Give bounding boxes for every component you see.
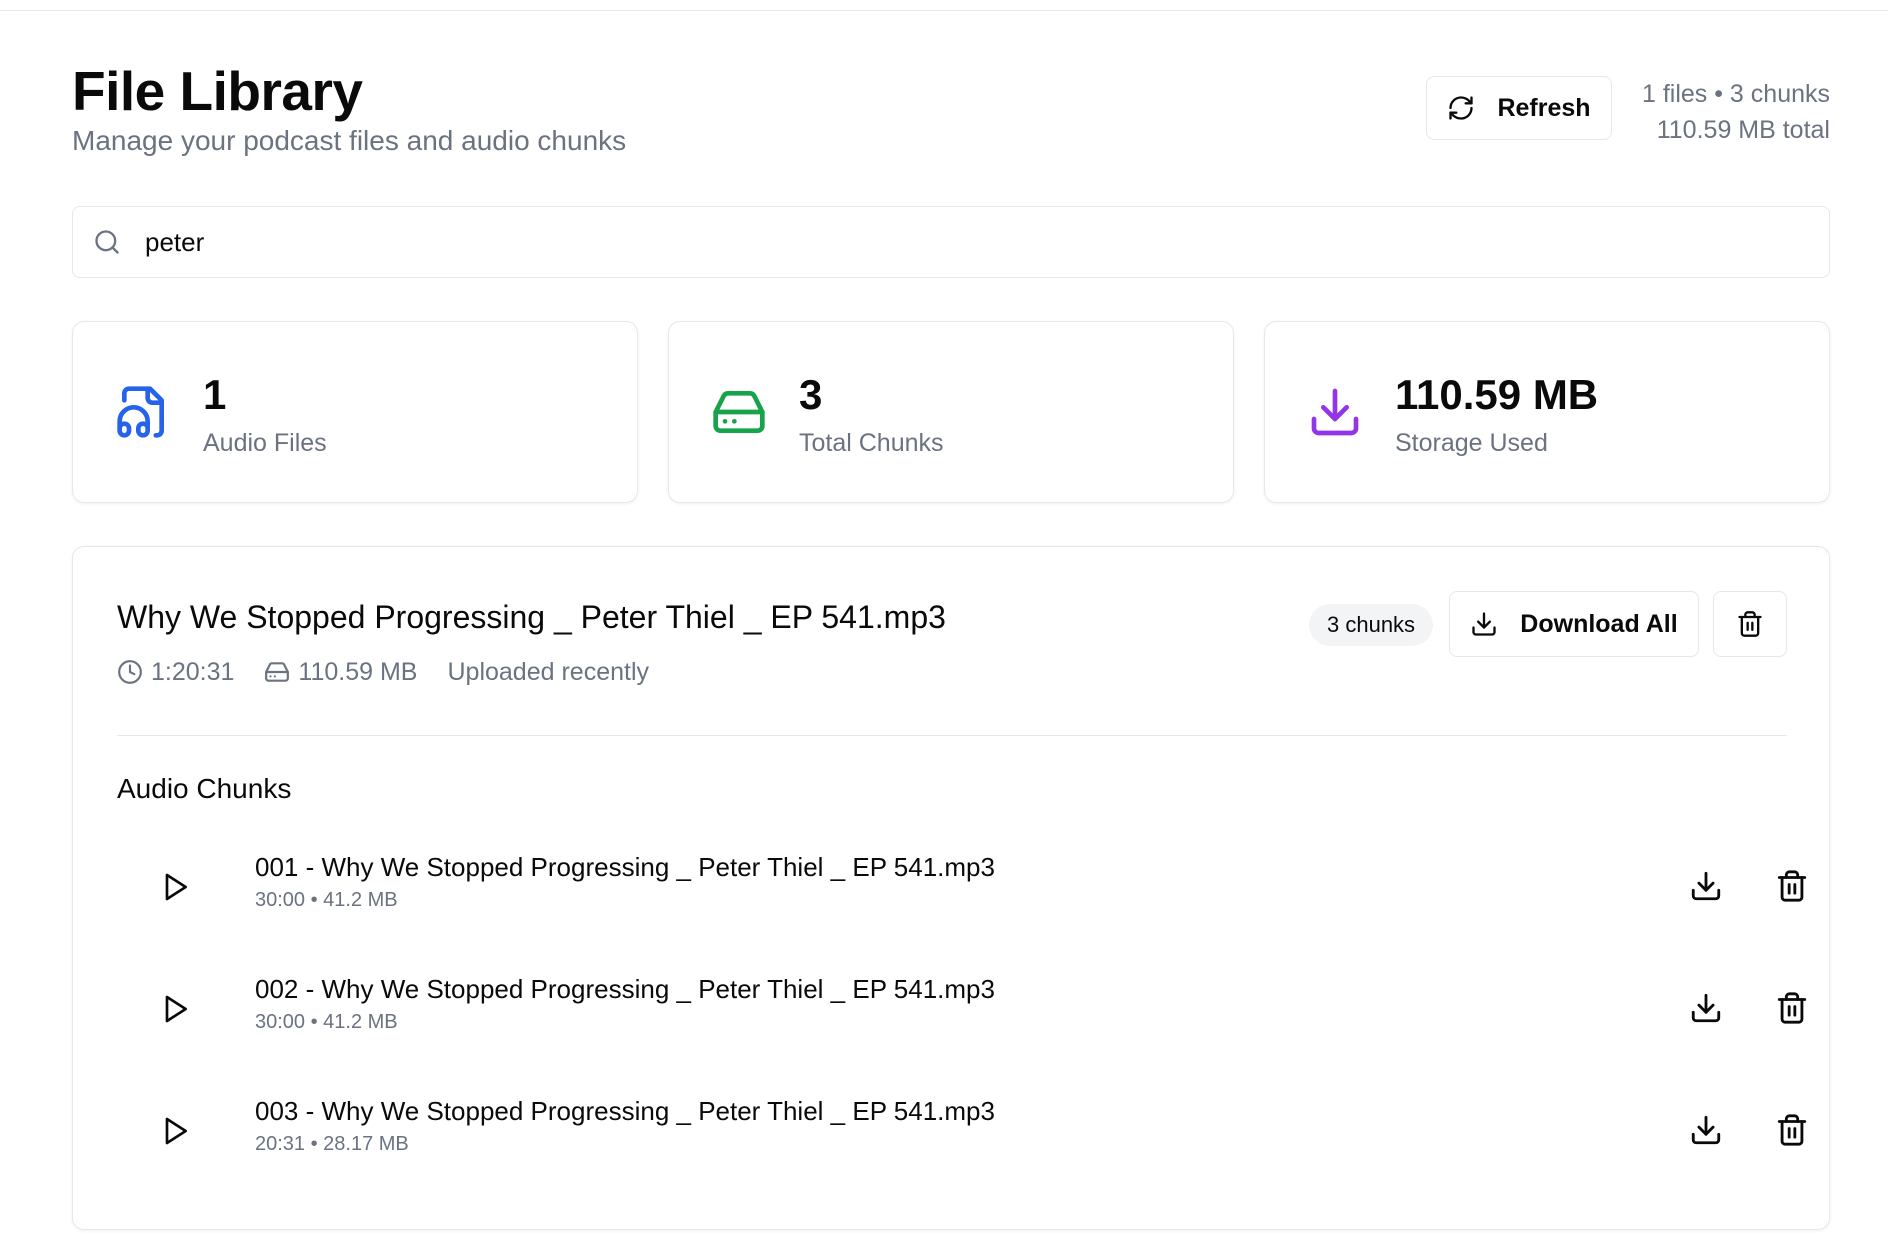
stat-value: 1	[203, 371, 227, 418]
file-audio-icon	[115, 384, 171, 440]
stats-row: 1 Audio Files 3 Total Chunks 110.59 MB S…	[72, 321, 1830, 503]
stat-card-audio-files: 1 Audio Files	[72, 321, 638, 503]
page-title: File Library	[72, 60, 363, 122]
search-icon	[93, 228, 121, 256]
audio-chunks-heading: Audio Chunks	[117, 773, 292, 804]
stat-card-total-chunks: 3 Total Chunks	[668, 321, 1234, 503]
stat-label: Total Chunks	[799, 429, 944, 457]
chunk-meta: 20:31 • 28.17 MB	[255, 1133, 409, 1155]
play-icon[interactable]	[159, 993, 191, 1025]
duration-text: 1:20:31	[151, 658, 235, 686]
refresh-label: Refresh	[1497, 93, 1591, 122]
chunks-count-badge: 3 chunks	[1309, 604, 1434, 646]
chunk-name: 003 - Why We Stopped Progressing _ Peter…	[255, 1096, 995, 1126]
top-divider	[0, 10, 1888, 11]
file-card: Why We Stopped Progressing _ Peter Thiel…	[72, 546, 1830, 1230]
file-size: 110.59 MB	[264, 657, 417, 687]
stat-label: Storage Used	[1395, 429, 1548, 457]
download-icon[interactable]	[1689, 991, 1723, 1025]
download-icon	[1470, 610, 1498, 638]
chunk-meta: 30:00 • 41.2 MB	[255, 1011, 398, 1033]
chunk-row: 002 - Why We Stopped Progressing _ Peter…	[117, 969, 1807, 1049]
download-icon[interactable]	[1689, 869, 1723, 903]
hard-drive-icon	[711, 384, 767, 440]
file-name: Why We Stopped Progressing _ Peter Thiel…	[117, 599, 946, 635]
chunk-row: 003 - Why We Stopped Progressing _ Peter…	[117, 1091, 1807, 1171]
download-all-label: Download All	[1520, 609, 1678, 638]
summary-size: 110.59 MB total	[1656, 116, 1830, 144]
download-all-button[interactable]: Download All	[1449, 591, 1699, 657]
trash-icon[interactable]	[1775, 991, 1809, 1025]
chunk-row: 001 - Why We Stopped Progressing _ Peter…	[117, 847, 1807, 927]
card-divider	[117, 735, 1787, 736]
chunk-meta: 30:00 • 41.2 MB	[255, 889, 398, 911]
summary-counts: 1 files • 3 chunks	[1641, 80, 1830, 108]
chunk-name: 001 - Why We Stopped Progressing _ Peter…	[255, 852, 995, 882]
download-icon[interactable]	[1689, 1113, 1723, 1147]
play-icon[interactable]	[159, 1115, 191, 1147]
chunk-name: 002 - Why We Stopped Progressing _ Peter…	[255, 974, 995, 1004]
stat-value: 3	[799, 371, 823, 418]
stat-label: Audio Files	[203, 429, 327, 457]
search-bar	[72, 206, 1830, 278]
file-duration: 1:20:31	[117, 657, 234, 687]
upload-status: Uploaded recently	[447, 658, 649, 686]
play-icon[interactable]	[159, 871, 191, 903]
stat-card-storage-used: 110.59 MB Storage Used	[1264, 321, 1830, 503]
hard-drive-icon	[264, 659, 290, 685]
library-summary: 1 files • 3 chunks 110.59 MB total	[1642, 76, 1830, 148]
refresh-icon	[1447, 94, 1475, 122]
search-input[interactable]	[143, 225, 1747, 259]
trash-icon[interactable]	[1775, 869, 1809, 903]
size-text: 110.59 MB	[298, 658, 418, 686]
trash-icon	[1736, 610, 1764, 638]
file-meta: 1:20:31 110.59 MB Uploaded recently	[117, 657, 679, 687]
page-subtitle: Manage your podcast files and audio chun…	[72, 125, 627, 156]
clock-icon	[117, 659, 143, 685]
stat-value: 110.59 MB	[1395, 371, 1599, 418]
download-icon	[1307, 384, 1363, 440]
refresh-button[interactable]: Refresh	[1426, 76, 1612, 140]
trash-icon[interactable]	[1775, 1113, 1809, 1147]
delete-file-button[interactable]	[1713, 591, 1787, 657]
